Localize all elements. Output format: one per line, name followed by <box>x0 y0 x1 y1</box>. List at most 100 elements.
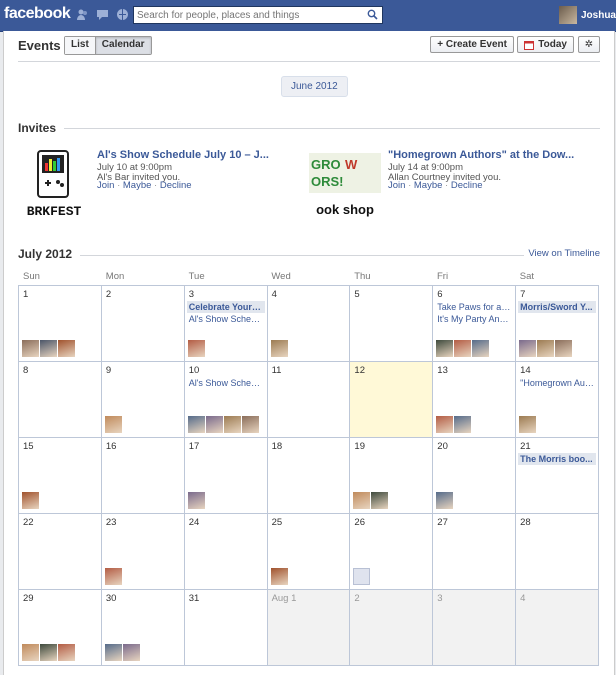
calendar-view-button[interactable]: Calendar <box>94 37 151 54</box>
calendar-day-cell[interactable]: 11 <box>267 362 351 438</box>
create-event-button[interactable]: + Create Event <box>430 36 514 53</box>
calendar-day-cell[interactable]: 16 <box>101 438 185 514</box>
calendar-day-cell[interactable]: 19 <box>350 438 434 514</box>
calendar-day-cell[interactable]: 20 <box>433 438 517 514</box>
friend-avatar[interactable] <box>371 492 389 509</box>
decline-link[interactable]: Decline <box>451 180 483 191</box>
friend-avatar[interactable] <box>353 492 371 509</box>
messages-icon[interactable] <box>96 8 109 21</box>
friend-avatar[interactable] <box>104 644 122 661</box>
friend-avatar[interactable] <box>454 340 472 357</box>
calendar-day-cell[interactable]: 9 <box>101 362 185 438</box>
calendar-day-cell[interactable]: 8 <box>19 362 102 438</box>
friend-avatar[interactable] <box>519 340 537 357</box>
event-title-link[interactable]: Al's Show Schedule July 10 – J... <box>97 149 269 161</box>
calendar-day-cell[interactable]: 3 Celebrate Your I... Al's Show Schedu... <box>184 286 268 362</box>
calendar-day-cell[interactable]: 21 The Morris boo... <box>516 438 599 514</box>
friend-avatar[interactable] <box>187 416 205 433</box>
search-input[interactable] <box>137 8 362 22</box>
calendar-day-cell[interactable]: 23 <box>101 514 185 590</box>
calendar-event-link[interactable]: "Homegrown Aut... <box>518 377 596 389</box>
calendar-day-cell[interactable]: 17 <box>184 438 268 514</box>
calendar-event-link[interactable]: Celebrate Your I... <box>186 301 265 313</box>
event-thumbnail[interactable]: GRO W ORS! ook shop <box>309 149 381 221</box>
calendar-day-cell[interactable]: 24 <box>184 514 268 590</box>
decline-link[interactable]: Decline <box>160 180 192 191</box>
calendar-event-link[interactable]: Al's Show Schedu... <box>187 377 265 389</box>
friend-avatar[interactable] <box>58 644 75 661</box>
calendar-day-cell[interactable]: 25 <box>267 514 351 590</box>
calendar-event-link[interactable]: Al's Show Schedu... <box>187 313 265 325</box>
friend-avatar[interactable] <box>58 340 75 357</box>
calendar-day-cell[interactable]: 3 <box>433 590 517 666</box>
calendar-day-cell[interactable]: 26 <box>350 514 434 590</box>
calendar-day-cell[interactable]: 2 <box>101 286 185 362</box>
friend-requests-icon[interactable] <box>76 8 89 21</box>
calendar-day-cell[interactable]: 14 "Homegrown Aut... <box>516 362 599 438</box>
calendar-event-link[interactable]: Morris/Sword Y... <box>518 301 596 313</box>
calendar-day-cell[interactable]: 4 <box>516 590 599 666</box>
friend-avatar[interactable] <box>270 340 288 357</box>
friend-avatar[interactable] <box>436 492 454 509</box>
calendar-day-cell[interactable]: 4 <box>267 286 351 362</box>
calendar-day-cell[interactable]: 18 <box>267 438 351 514</box>
profile-link[interactable]: Joshua <box>558 6 616 24</box>
friend-avatar[interactable] <box>555 340 573 357</box>
calendar-day-cell[interactable]: 1 <box>19 286 102 362</box>
view-on-timeline-link[interactable]: View on Timeline <box>524 248 600 259</box>
facebook-logo[interactable]: facebook <box>4 5 71 23</box>
calendar-event-link[interactable]: Take Paws for a ... <box>435 301 513 313</box>
calendar-day-cell[interactable]: 7 Morris/Sword Y... <box>516 286 599 362</box>
friend-avatar[interactable] <box>436 340 454 357</box>
friend-avatar[interactable] <box>187 492 205 509</box>
friend-avatar[interactable] <box>454 416 472 433</box>
event-thumbnail[interactable]: BRKFEST <box>18 149 90 221</box>
friend-avatar[interactable] <box>40 340 57 357</box>
maybe-link[interactable]: Maybe <box>414 180 443 191</box>
list-view-button[interactable]: List <box>65 37 95 54</box>
settings-button[interactable]: ✲ <box>578 36 600 53</box>
friend-avatar[interactable] <box>270 568 288 585</box>
calendar-day-cell[interactable]: 22 <box>19 514 102 590</box>
friend-avatar[interactable] <box>104 568 122 585</box>
friend-avatar[interactable] <box>205 416 223 433</box>
calendar-day-cell[interactable]: 31 <box>184 590 268 666</box>
calendar-day-cell[interactable]: 27 <box>433 514 517 590</box>
calendar-day-cell[interactable]: 5 <box>350 286 434 362</box>
calendar-day-cell[interactable]: 10 Al's Show Schedu... <box>184 362 268 438</box>
calendar-day-cell[interactable]: Aug 1 <box>267 590 351 666</box>
friend-avatar[interactable] <box>122 644 140 661</box>
calendar-day-cell[interactable]: 6 Take Paws for a ... It's My Party And ..… <box>433 286 517 362</box>
calendar-day-cell[interactable]: 13 <box>433 362 517 438</box>
friend-avatar[interactable] <box>22 644 39 661</box>
friend-avatar[interactable] <box>353 568 371 585</box>
friend-avatar[interactable] <box>436 416 454 433</box>
calendar-day-cell[interactable]: 2 <box>350 590 434 666</box>
calendar-event-link[interactable]: It's My Party And ... <box>435 313 513 325</box>
maybe-link[interactable]: Maybe <box>123 180 152 191</box>
join-link[interactable]: Join <box>388 180 405 191</box>
friend-avatar[interactable] <box>22 492 39 509</box>
previous-month-button[interactable]: June 2012 <box>281 76 348 97</box>
event-title-link[interactable]: "Homegrown Authors" at the Dow... <box>388 149 574 161</box>
friend-avatar[interactable] <box>40 644 57 661</box>
calendar-day-cell[interactable]: 12 <box>350 362 434 438</box>
friend-avatar[interactable] <box>187 340 205 357</box>
calendar-day-cell[interactable]: 30 <box>101 590 185 666</box>
friend-avatar[interactable] <box>537 340 555 357</box>
calendar-day-cell[interactable]: 29 <box>19 590 102 666</box>
friend-avatar[interactable] <box>472 340 490 357</box>
join-link[interactable]: Join <box>97 180 114 191</box>
search-icon[interactable] <box>367 9 378 20</box>
friend-avatar[interactable] <box>223 416 241 433</box>
day-number: 7 <box>520 289 526 300</box>
calendar-day-cell[interactable]: 28 <box>516 514 599 590</box>
calendar-day-cell[interactable]: 15 <box>19 438 102 514</box>
friend-avatar[interactable] <box>519 416 537 433</box>
friend-avatar[interactable] <box>22 340 39 357</box>
friend-avatar[interactable] <box>241 416 259 433</box>
friend-avatar[interactable] <box>104 416 122 433</box>
today-button[interactable]: Today <box>517 36 574 53</box>
notifications-icon[interactable] <box>116 8 129 21</box>
calendar-event-link[interactable]: The Morris boo... <box>518 453 596 465</box>
